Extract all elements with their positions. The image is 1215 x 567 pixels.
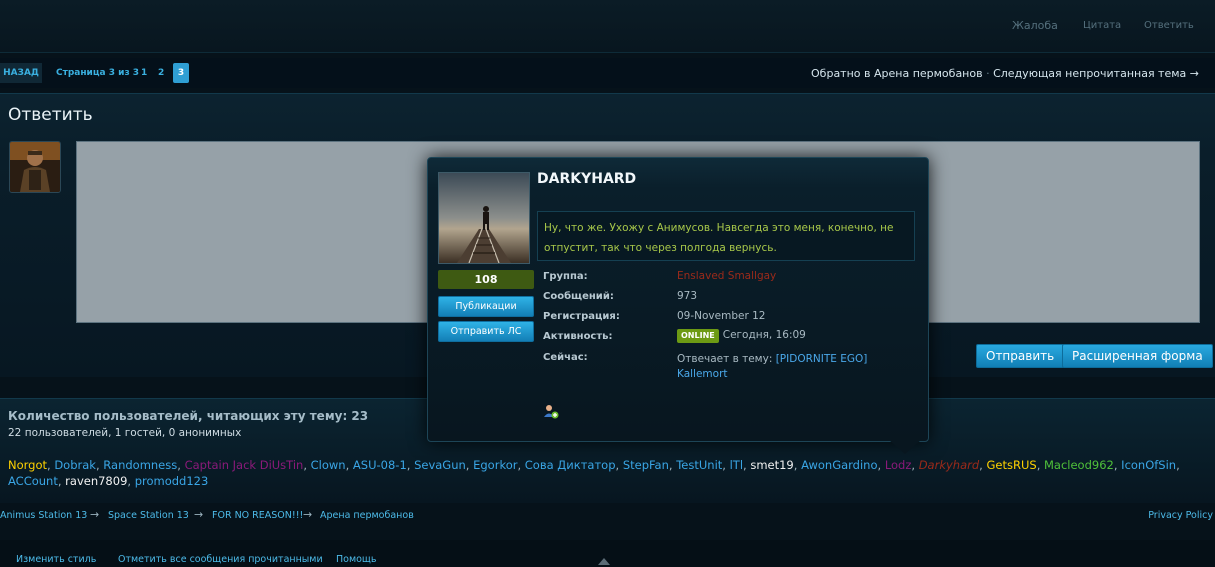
pagination-bar: НАЗАД Страница 3 из 3 1 2 3 Обратно в Ар… [0,58,1215,88]
member-username[interactable]: DARKYHARD [537,171,636,187]
reader-user-link[interactable]: Lodz [885,458,912,472]
reader-user-link[interactable]: raven7809 [65,474,127,488]
change-style-link[interactable]: Изменить стиль [16,554,96,565]
reader-user-link[interactable]: GetsRUS [986,458,1036,472]
reader-user-link[interactable]: Norgot [8,458,47,472]
reader-user-link[interactable]: Clown [311,458,346,472]
scroll-top-icon[interactable] [598,558,610,565]
reader-user-link[interactable]: Captain Jack DiUsTin [185,458,304,472]
quote-button[interactable]: Цитата [1083,20,1121,31]
nav-separator: · [986,67,990,80]
reader-user-link[interactable]: Dobrak [54,458,96,472]
forum-navigation: Обратно в Арена пермобанов · Следующая н… [811,67,1199,80]
arrow-right-icon: → [90,508,100,521]
reader-user-link[interactable]: smet19 [750,458,793,472]
arrow-right-icon: → [1189,67,1199,80]
list-separator: , [177,458,185,472]
reader-user-link[interactable]: TestUnit [676,458,722,472]
arrow-right-icon: → [303,508,313,521]
activity-label: Активность: [543,331,613,342]
advanced-form-button[interactable]: Расширенная форма [1062,344,1213,368]
breadcrumb-item[interactable]: FOR NO REASON!!! [212,510,303,521]
reader-user-link[interactable]: ASU-08-1 [353,458,407,472]
reply-post-button[interactable]: Ответить [1144,20,1194,31]
mark-all-read-link[interactable]: Отметить все сообщения прочитанными [118,554,323,565]
registration-label: Регистрация: [543,311,620,322]
reader-user-link[interactable]: Сова Диктатор [525,458,616,472]
page-1-link[interactable]: 1 [141,63,147,83]
reply-title: Ответить [8,105,93,125]
list-separator: , [465,458,474,472]
now-prefix: Отвечает в тему: [677,353,773,365]
readers-counts: 22 пользователей, 1 гостей, 0 анонимных [8,427,242,439]
footer: Изменить стиль Отметить все сообщения пр… [0,540,1215,567]
last-active-time: Сегодня, 16:09 [722,329,806,341]
list-separator: , [793,458,802,472]
activity-value: ONLINE Сегодня, 16:09 [677,329,806,343]
page-2-link[interactable]: 2 [158,63,164,83]
list-separator: , [877,458,885,472]
report-button[interactable]: Жалоба [1012,19,1058,32]
online-badge: ONLINE [677,329,719,343]
registration-value: 09-November 12 [677,310,766,322]
list-separator: , [1036,458,1044,472]
member-card: DARKYHARD Ну, что же. Ухожу с Анимусов. … [427,157,929,442]
reader-user-link[interactable]: SevaGun [414,458,466,472]
arrow-right-icon: → [194,508,204,521]
back-to-forum-link[interactable]: Обратно в Арена пермобанов [811,67,983,80]
add-friend-icon[interactable] [543,403,559,419]
back-button[interactable]: НАЗАД [0,63,42,83]
readers-title: Количество пользователей, читающих эту т… [8,409,369,423]
reputation-badge: 108 [438,270,534,289]
reader-user-link[interactable]: Darkyhard [919,458,979,472]
help-link[interactable]: Помощь [336,554,376,565]
list-separator: , [911,458,919,472]
list-separator: , [345,458,353,472]
reader-user-link[interactable]: lTl [730,458,743,472]
list-separator: , [517,458,525,472]
post-actions-bar: Жалоба Цитата Ответить [0,0,1215,53]
submit-button[interactable]: Отправить [976,344,1065,368]
reader-user-link[interactable]: Egorkor [473,458,517,472]
reader-user-link[interactable]: ACCount [8,474,58,488]
list-separator: , [127,474,135,488]
breadcrumb-item[interactable]: Арена пермобанов [320,510,414,521]
privacy-policy-link[interactable]: Privacy Policy [1148,510,1213,521]
member-photo [438,172,530,264]
send-pm-button[interactable]: Отправить ЛС [438,321,534,342]
now-value: Отвечает в тему: [PIDORNITE EGO] Kallemo… [677,352,907,382]
reader-user-link[interactable]: IconOfSin [1121,458,1176,472]
breadcrumb-item[interactable]: Animus Station 13 [0,510,87,521]
posts-value: 973 [677,290,698,302]
member-status-message: Ну, что же. Ухожу с Анимусов. Навсегда э… [537,211,915,261]
reader-user-link[interactable]: Randomness [103,458,177,472]
list-separator: , [1176,458,1180,472]
reader-user-link[interactable]: Macleod962 [1044,458,1114,472]
reader-user-link[interactable]: promodd123 [135,474,209,488]
group-value: Enslaved Smallgay [677,270,777,282]
page-3-current[interactable]: 3 [173,63,189,83]
member-posts-button[interactable]: Публикации [438,296,534,317]
avatar [9,141,61,193]
now-label: Сейчас: [543,352,588,363]
list-separator: , [303,458,311,472]
user-list: Norgot, Dobrak, Randomness, Captain Jack… [8,457,1208,489]
next-unread-link[interactable]: Следующая непрочитанная тема [993,67,1186,80]
page-of-label[interactable]: Страница 3 из 3 [56,63,139,83]
list-separator: , [722,458,730,472]
posts-label: Сообщений: [543,291,614,302]
reader-user-link[interactable]: StepFan [623,458,669,472]
reader-user-link[interactable]: AwonGardino [801,458,877,472]
group-label: Группа: [543,271,588,282]
list-separator: , [615,458,623,472]
member-card-pointer [889,440,921,454]
breadcrumb: Animus Station 13 → Space Station 13 → F… [0,506,1215,528]
list-separator: , [406,458,415,472]
breadcrumb-item[interactable]: Space Station 13 [108,510,189,521]
